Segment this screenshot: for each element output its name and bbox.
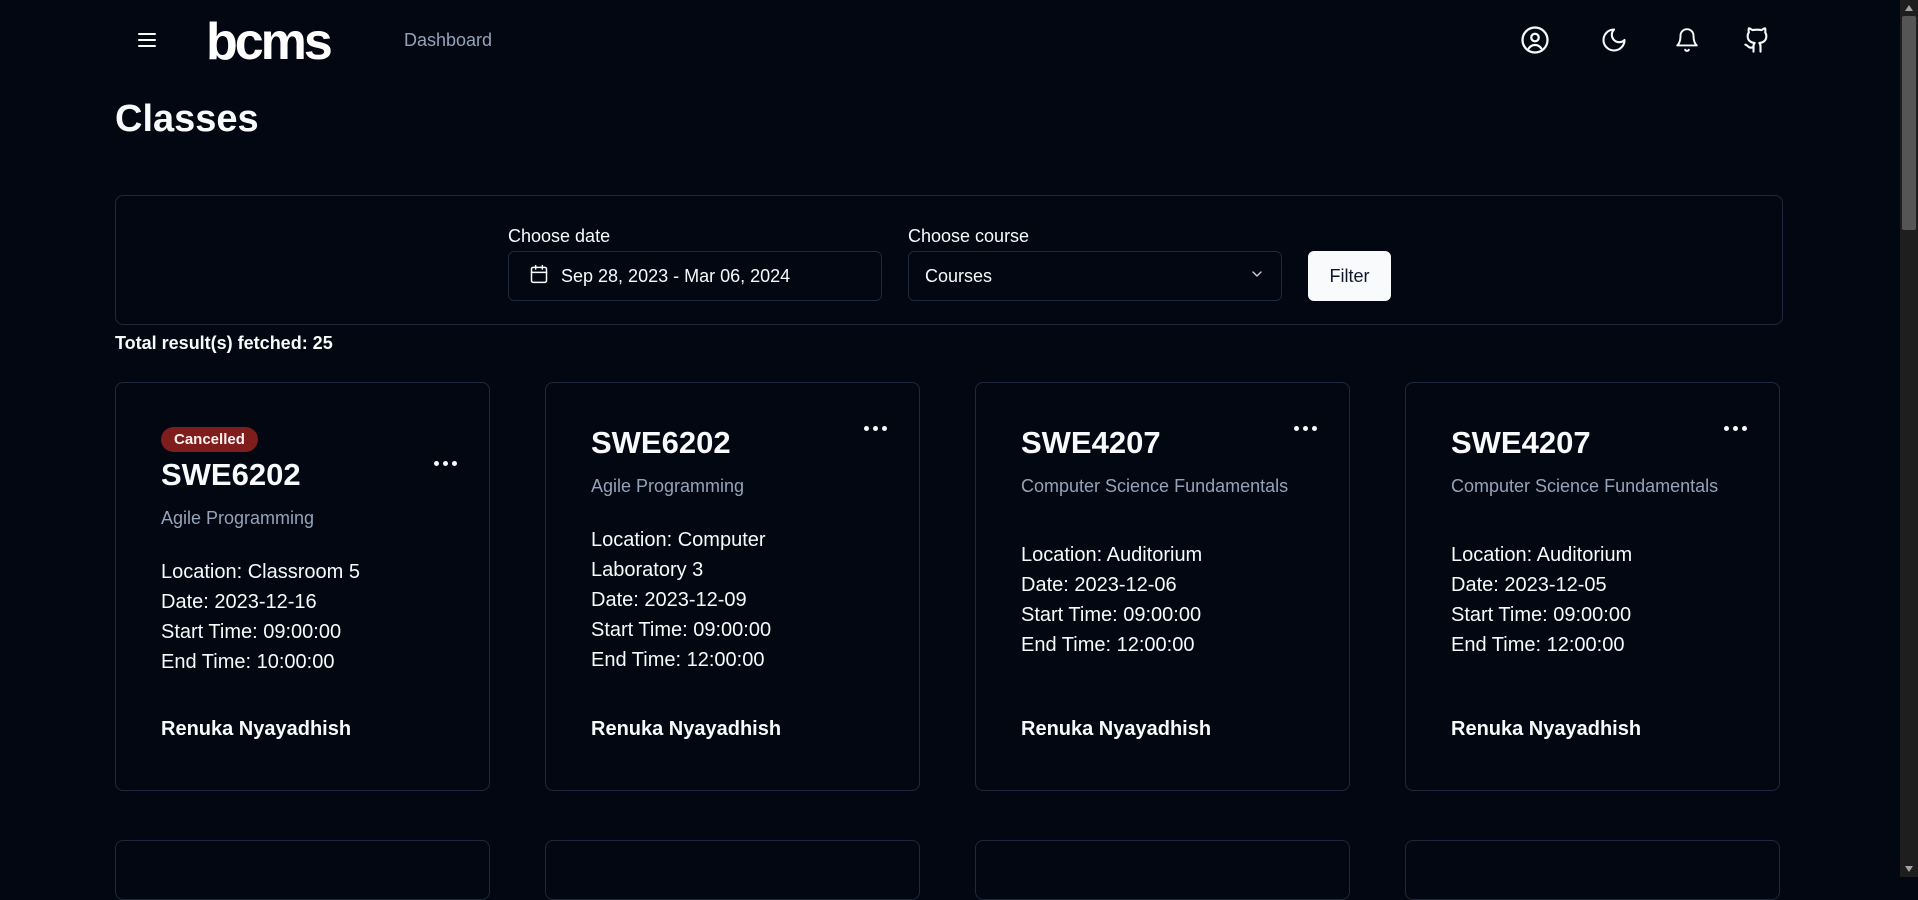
class-card: Cancelled SWE6202 Agile Programming Loca… xyxy=(115,382,490,791)
course-name: Agile Programming xyxy=(161,508,315,528)
class-end-time: End Time: 10:00:00 xyxy=(161,651,335,673)
class-end-time: End Time: 12:00:00 xyxy=(591,649,765,671)
class-start-time: Start Time: 09:00:00 xyxy=(1021,604,1202,626)
class-date: Date: 2023-12-16 xyxy=(161,591,317,613)
class-instructor: Renuka Nyayadhish xyxy=(1021,718,1212,740)
class-location: Location: Computer Laboratory 3 xyxy=(591,529,766,581)
course-select[interactable]: Courses xyxy=(908,251,1282,301)
status-badge: Cancelled xyxy=(161,427,258,452)
user-circle-icon[interactable] xyxy=(1519,24,1551,56)
class-end-time: End Time: 12:00:00 xyxy=(1021,634,1195,656)
class-details: Location: Auditorium Date: 2023-12-06 St… xyxy=(1021,540,1319,660)
more-options-icon[interactable] xyxy=(428,453,462,473)
class-card: SWE6202 Agile Programming Location: Comp… xyxy=(545,382,920,791)
class-card: SWE4207 Computer Science Fundamentals Lo… xyxy=(975,382,1350,791)
date-range-picker[interactable]: Sep 28, 2023 - Mar 06, 2024 xyxy=(508,251,882,301)
course-name: Agile Programming xyxy=(591,476,745,496)
page-title: Classes xyxy=(115,98,259,140)
class-card xyxy=(975,840,1350,900)
calendar-icon xyxy=(529,264,549,289)
class-card: SWE4207 Computer Science Fundamentals Lo… xyxy=(1405,382,1780,791)
class-instructor: Renuka Nyayadhish xyxy=(591,718,782,740)
class-code: SWE4207 xyxy=(1451,425,1591,460)
class-card xyxy=(115,840,490,900)
class-instructor: Renuka Nyayadhish xyxy=(1451,718,1642,740)
app-logo[interactable]: bcms xyxy=(206,14,333,70)
class-code: SWE6202 xyxy=(161,457,301,492)
top-navbar: bcms Dashboard xyxy=(0,0,1900,80)
class-code: SWE6202 xyxy=(591,425,731,460)
class-details: Location: Computer Laboratory 3 Date: 20… xyxy=(591,525,889,675)
bell-icon[interactable] xyxy=(1671,24,1703,56)
class-start-time: Start Time: 09:00:00 xyxy=(161,621,342,643)
class-location: Location: Auditorium xyxy=(1451,544,1633,566)
course-select-value: Courses xyxy=(925,265,993,286)
class-code: SWE4207 xyxy=(1021,425,1161,460)
scrollbar-thumb[interactable] xyxy=(1902,16,1916,230)
nav-link-dashboard[interactable]: Dashboard xyxy=(404,30,492,51)
date-label: Choose date xyxy=(508,226,611,246)
course-label: Choose course xyxy=(908,226,1030,246)
class-instructor: Renuka Nyayadhish xyxy=(161,718,352,740)
more-options-icon[interactable] xyxy=(1288,418,1322,438)
class-details: Location: Auditorium Date: 2023-12-05 St… xyxy=(1451,540,1749,660)
class-date: Date: 2023-12-09 xyxy=(591,589,747,611)
date-range-value: Sep 28, 2023 - Mar 06, 2024 xyxy=(561,265,791,286)
github-icon[interactable] xyxy=(1741,24,1773,56)
chevron-down-icon xyxy=(1249,266,1265,287)
class-card xyxy=(545,840,920,900)
class-start-time: Start Time: 09:00:00 xyxy=(591,619,772,641)
filter-button[interactable]: Filter xyxy=(1308,251,1391,301)
scroll-up-icon[interactable] xyxy=(1904,3,1914,13)
class-date: Date: 2023-12-06 xyxy=(1021,574,1177,596)
moon-icon[interactable] xyxy=(1598,24,1630,56)
total-results: Total result(s) fetched: 25 xyxy=(115,333,333,353)
course-name: Computer Science Fundamentals xyxy=(1451,476,1719,496)
class-start-time: Start Time: 09:00:00 xyxy=(1451,604,1632,626)
class-location: Location: Auditorium xyxy=(1021,544,1203,566)
class-card xyxy=(1405,840,1780,900)
class-details: Location: Classroom 5 Date: 2023-12-16 S… xyxy=(161,557,459,677)
course-name: Computer Science Fundamentals xyxy=(1021,476,1289,496)
class-end-time: End Time: 12:00:00 xyxy=(1451,634,1625,656)
scroll-down-icon[interactable] xyxy=(1904,864,1914,874)
more-options-icon[interactable] xyxy=(858,418,892,438)
menu-icon[interactable] xyxy=(133,26,161,54)
more-options-icon[interactable] xyxy=(1718,418,1752,438)
class-date: Date: 2023-12-05 xyxy=(1451,574,1607,596)
class-location: Location: Classroom 5 xyxy=(161,561,360,583)
